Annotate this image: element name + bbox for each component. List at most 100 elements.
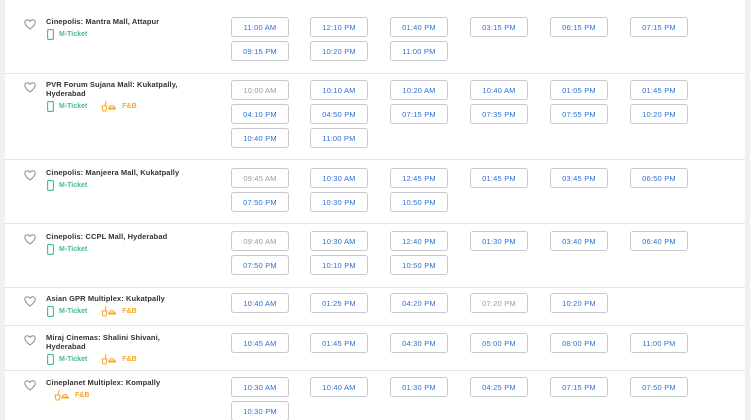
- showtime-button[interactable]: 11:00 PM: [390, 41, 448, 61]
- mticket-tag: M-Ticket: [47, 28, 87, 40]
- tag-label: M-Ticket: [59, 181, 88, 189]
- showtime-button[interactable]: 01:45 PM: [630, 80, 688, 100]
- showtime-button[interactable]: 12:40 PM: [390, 231, 448, 251]
- showtime-button[interactable]: 09:45 AM: [231, 168, 289, 188]
- favorite-heart-icon[interactable]: [24, 168, 36, 181]
- mticket-tag: M-Ticket: [47, 353, 87, 365]
- showtime-button[interactable]: 10:10 PM: [310, 255, 368, 275]
- mobile-phone-icon: [47, 28, 54, 40]
- showtime-button[interactable]: 07:15 PM: [390, 104, 448, 124]
- showtime-button[interactable]: 10:50 PM: [390, 255, 448, 275]
- showtime-button[interactable]: 01:30 PM: [390, 377, 448, 397]
- showtime-button[interactable]: 10:20 PM: [310, 41, 368, 61]
- showtime-button[interactable]: 04:25 PM: [470, 377, 528, 397]
- showtime-button[interactable]: 01:25 PM: [310, 293, 368, 313]
- showtime-button[interactable]: 07:35 PM: [470, 104, 528, 124]
- cinema-tags: M-Ticket: [47, 243, 87, 255]
- cinema-tags: M-Ticket F&B: [47, 305, 137, 317]
- showtime-button[interactable]: 11:00 PM: [310, 128, 368, 148]
- cinema-name[interactable]: Cinepolis: Mantra Mall, Attapur: [46, 17, 226, 26]
- showtime-button[interactable]: 10:40 AM: [231, 293, 289, 313]
- showtime-button[interactable]: 03:15 PM: [470, 17, 528, 37]
- cinema-name[interactable]: Asian GPR Multiplex: Kukatpally: [46, 294, 226, 303]
- showtime-button[interactable]: 10:30 AM: [310, 231, 368, 251]
- cinema-name[interactable]: Miraj Cinemas: Shalini Shivani, Hyderaba…: [46, 333, 196, 351]
- tag-label: M-Ticket: [59, 102, 88, 110]
- showtime-button[interactable]: 05:00 PM: [470, 333, 528, 353]
- cinema-row: Asian GPR Multiplex: Kukatpally M-Ticket F…: [5, 287, 745, 326]
- showtime-button[interactable]: 10:45 AM: [231, 333, 289, 353]
- showtime-button[interactable]: 10:10 AM: [310, 80, 368, 100]
- showtime-button[interactable]: 12:45 PM: [390, 168, 448, 188]
- cinema-row: Miraj Cinemas: Shalini Shivani, Hyderaba…: [5, 325, 745, 371]
- cinema-tags: M-Ticket F&B: [47, 353, 137, 365]
- showtime-button[interactable]: 12:10 PM: [310, 17, 368, 37]
- showtime-button[interactable]: 01:45 PM: [470, 168, 528, 188]
- showtime-button[interactable]: 01:45 PM: [310, 333, 368, 353]
- food-beverage-icon: [101, 353, 117, 365]
- cinema-name[interactable]: Cinepolis: CCPL Mall, Hyderabad: [46, 232, 226, 241]
- cinema-name[interactable]: PVR Forum Sujana Mall: Kukatpally, Hyder…: [46, 80, 206, 98]
- favorite-heart-icon[interactable]: [24, 80, 36, 93]
- showtime-button[interactable]: 09:40 AM: [231, 231, 289, 251]
- favorite-heart-icon[interactable]: [24, 333, 36, 346]
- tag-label: F&B: [122, 102, 137, 110]
- showtime-button[interactable]: 11:00 AM: [231, 17, 289, 37]
- showtime-button[interactable]: 10:00 AM: [231, 80, 289, 100]
- showtime-button[interactable]: 01:30 PM: [470, 231, 528, 251]
- favorite-heart-icon[interactable]: [24, 294, 36, 307]
- showtime-button[interactable]: 07:50 PM: [231, 192, 289, 212]
- showtime-button[interactable]: 06:15 PM: [550, 17, 608, 37]
- showtime-button[interactable]: 07:55 PM: [550, 104, 608, 124]
- showtime-button[interactable]: 10:30 AM: [310, 168, 368, 188]
- favorite-heart-icon[interactable]: [24, 232, 36, 245]
- showtime-button[interactable]: 10:30 PM: [310, 192, 368, 212]
- cinema-showtimes-list: Cinepolis: Mantra Mall, Attapur M-Ticket 1…: [5, 0, 745, 420]
- showtime-button[interactable]: 10:40 PM: [231, 128, 289, 148]
- favorite-heart-icon[interactable]: [24, 378, 36, 391]
- fnb-tag: F&B: [54, 389, 89, 401]
- favorite-heart-icon[interactable]: [24, 17, 36, 30]
- mobile-phone-icon: [47, 305, 54, 317]
- showtime-button[interactable]: 06:40 PM: [630, 231, 688, 251]
- cinema-tags: M-Ticket: [47, 179, 87, 191]
- showtime-button[interactable]: 10:30 AM: [231, 377, 289, 397]
- showtime-button[interactable]: 07:20 PM: [470, 293, 528, 313]
- showtime-button[interactable]: 11:00 PM: [630, 333, 688, 353]
- showtime-button[interactable]: 07:50 PM: [630, 377, 688, 397]
- tag-label: M-Ticket: [59, 307, 88, 315]
- showtime-button[interactable]: 10:40 AM: [470, 80, 528, 100]
- fnb-tag: F&B: [101, 100, 137, 112]
- showtime-button[interactable]: 04:50 PM: [310, 104, 368, 124]
- showtime-button[interactable]: 01:40 PM: [390, 17, 448, 37]
- showtime-button[interactable]: 04:10 PM: [231, 104, 289, 124]
- cinema-name[interactable]: Cineplanet Multiplex: Kompally: [46, 378, 226, 387]
- showtime-button[interactable]: 06:50 PM: [630, 168, 688, 188]
- showtime-button[interactable]: 07:15 PM: [550, 377, 608, 397]
- showtime-button[interactable]: 03:45 PM: [550, 168, 608, 188]
- tag-label: F&B: [122, 355, 137, 363]
- cinema-row: Cineplanet Multiplex: Kompally F&B 10:30 A…: [5, 370, 745, 420]
- showtime-button[interactable]: 04:30 PM: [390, 333, 448, 353]
- showtime-button[interactable]: 10:30 PM: [231, 401, 289, 420]
- food-beverage-icon: [101, 305, 117, 317]
- showtime-button[interactable]: 03:40 PM: [550, 231, 608, 251]
- showtime-button[interactable]: 10:20 PM: [550, 293, 608, 313]
- showtime-button[interactable]: 04:20 PM: [390, 293, 448, 313]
- tag-label: M-Ticket: [59, 245, 88, 253]
- showtime-button[interactable]: 10:40 AM: [310, 377, 368, 397]
- mticket-tag: M-Ticket: [47, 243, 88, 255]
- cinema-row: Cinepolis: Manjeera Mall, Kukatpally M-Ti…: [5, 159, 745, 224]
- showtime-button[interactable]: 10:50 PM: [390, 192, 448, 212]
- showtime-button[interactable]: 07:15 PM: [630, 17, 688, 37]
- food-beverage-icon: [54, 389, 70, 401]
- showtime-button[interactable]: 09:15 PM: [231, 41, 289, 61]
- showtime-button[interactable]: 01:05 PM: [550, 80, 608, 100]
- showtime-button[interactable]: 07:50 PM: [231, 255, 289, 275]
- showtime-button[interactable]: 10:20 PM: [630, 104, 688, 124]
- showtime-button[interactable]: 10:20 AM: [390, 80, 448, 100]
- cinema-row: Cinepolis: CCPL Mall, Hyderabad M-Ticket 0…: [5, 223, 745, 288]
- cinema-name[interactable]: Cinepolis: Manjeera Mall, Kukatpally: [46, 168, 226, 177]
- tag-label: F&B: [75, 391, 90, 399]
- showtime-button[interactable]: 08:00 PM: [550, 333, 608, 353]
